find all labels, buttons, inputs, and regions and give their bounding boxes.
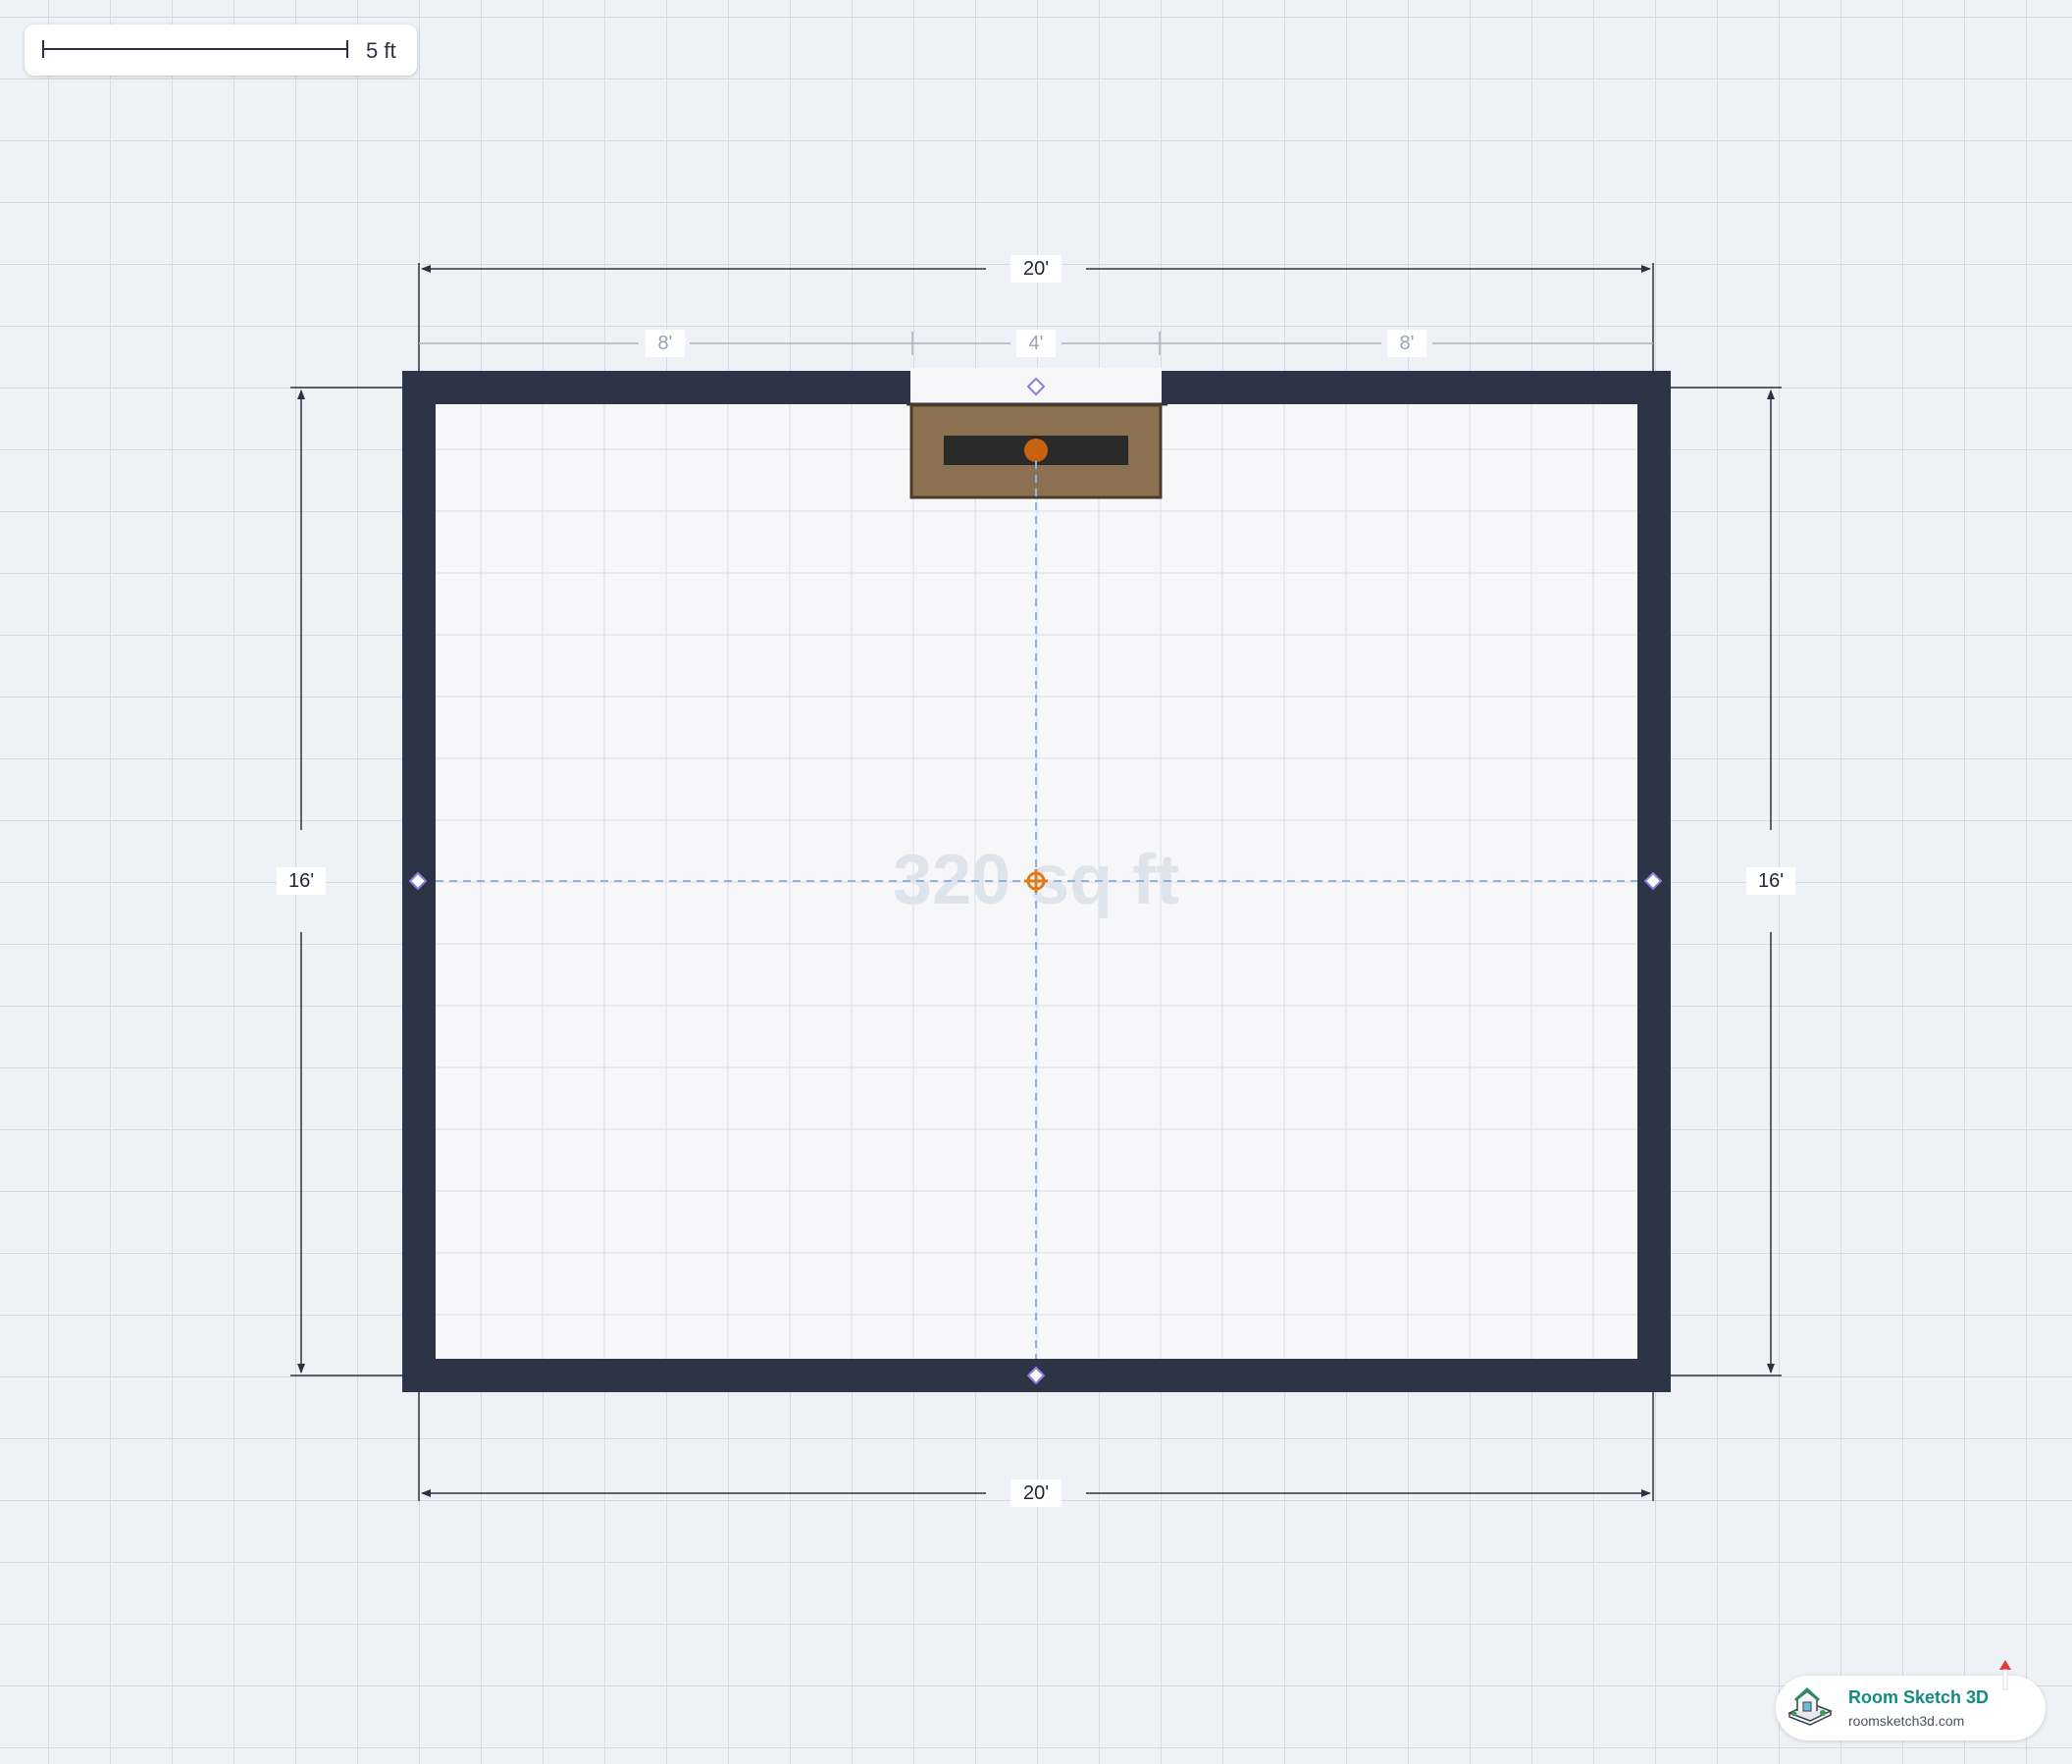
scale-bar-line: [42, 48, 348, 50]
scale-bar-tick: [42, 40, 44, 58]
house-logo-icon: [1787, 1686, 1833, 1726]
segment-label-right[interactable]: 8': [1400, 333, 1415, 354]
dimension-left-label[interactable]: 16': [288, 870, 314, 892]
wall-top-right[interactable]: [1162, 371, 1671, 404]
dimension-bottom-label[interactable]: 20': [1023, 1482, 1049, 1504]
dimension-right-label[interactable]: 16': [1758, 870, 1784, 892]
floor-plan-canvas[interactable]: 320 sq ft 20' 8' 4' 8' 20' 16' 16': [0, 0, 2072, 1764]
dimension-top-label[interactable]: 20': [1023, 258, 1049, 280]
brand-url[interactable]: roomsketch3d.com: [1848, 1713, 1964, 1729]
scale-bar-label: 5 ft: [366, 38, 396, 63]
fireplace-rotate-handle[interactable]: [1024, 439, 1048, 462]
scale-bar-tick: [346, 40, 348, 58]
scale-bar: 5 ft: [25, 25, 417, 76]
segment-label-middle[interactable]: 4': [1029, 333, 1044, 354]
segment-label-left[interactable]: 8': [658, 333, 673, 354]
brand-name: Room Sketch 3D: [1848, 1687, 1990, 1707]
wall-top-left[interactable]: [402, 371, 910, 404]
notification-badge-icon: [1999, 1660, 2011, 1690]
